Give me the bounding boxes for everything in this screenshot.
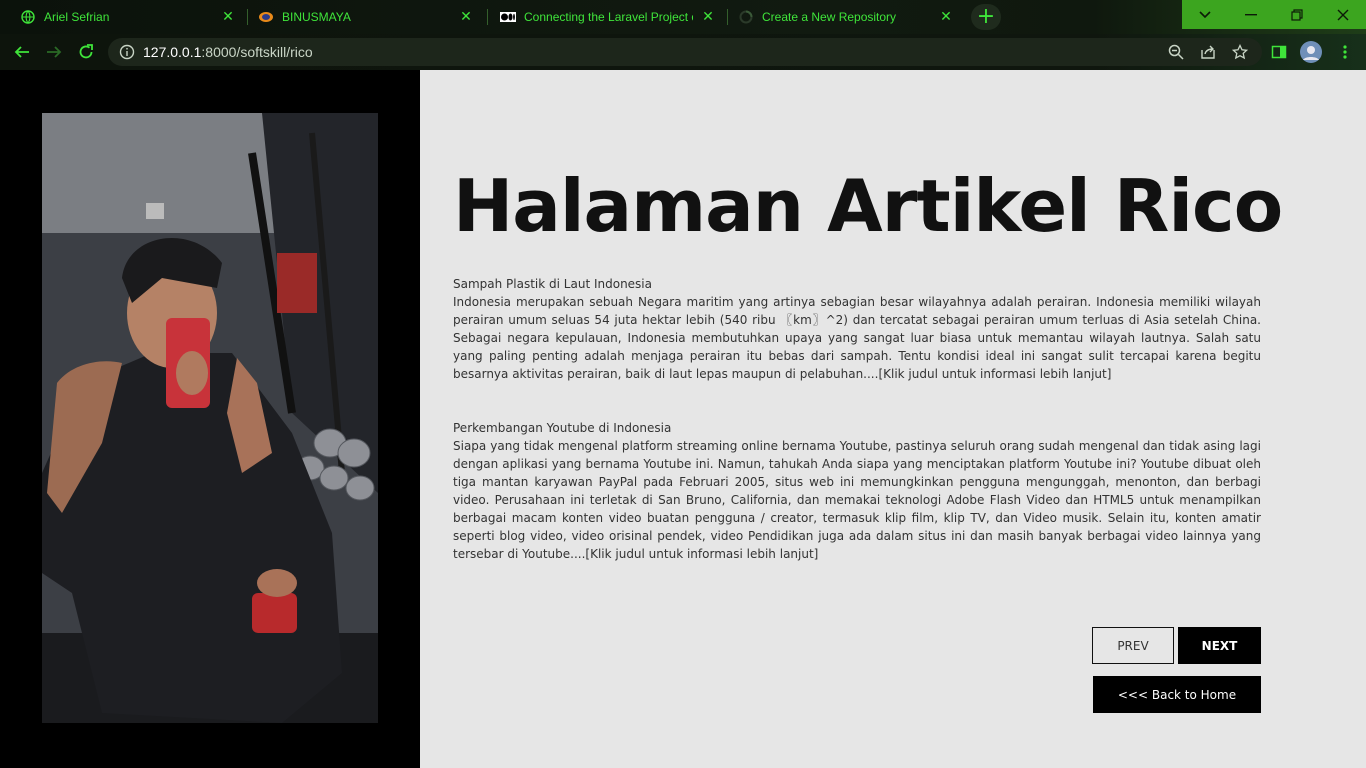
close-tab-icon[interactable]: ✕ — [459, 9, 473, 23]
minimize-button[interactable] — [1228, 0, 1274, 29]
zoom-out-icon[interactable] — [1168, 44, 1184, 60]
reload-button[interactable] — [74, 40, 98, 64]
back-to-home-button[interactable]: <<< Back to Home — [1093, 676, 1261, 713]
tab-create-repository[interactable]: Create a New Repository ✕ — [718, 0, 963, 34]
tab-title: Ariel Sefrian — [44, 10, 110, 24]
article-title-link[interactable]: Sampah Plastik di Laut Indonesia — [453, 275, 1261, 293]
close-tab-icon[interactable]: ✕ — [939, 9, 953, 23]
tab-title: BINUSMAYA — [282, 10, 351, 24]
article-panel: Halaman Artikel Rico Sampah Plastik di L… — [420, 70, 1366, 768]
page-title: Halaman Artikel Rico — [453, 164, 1283, 248]
article-title-link[interactable]: Perkembangan Youtube di Indonesia — [453, 419, 1261, 437]
chevron-down-icon — [1199, 10, 1211, 18]
tab-connecting-laravel[interactable]: Connecting the Laravel Project o ✕ — [480, 0, 725, 34]
article-item: Sampah Plastik di Laut Indonesia Indones… — [453, 275, 1261, 383]
reload-icon — [79, 44, 93, 59]
arrow-right-icon — [47, 46, 62, 58]
article-excerpt: Indonesia merupakan sebuah Negara mariti… — [453, 295, 1261, 381]
next-button[interactable]: NEXT — [1178, 627, 1261, 664]
restore-button[interactable] — [1274, 0, 1320, 29]
forward-button[interactable] — [42, 40, 66, 64]
share-icon[interactable] — [1200, 44, 1216, 60]
bookmark-star-icon[interactable] — [1232, 44, 1248, 60]
side-panel-button[interactable] — [1267, 40, 1291, 64]
back-button[interactable] — [10, 40, 34, 64]
site-info-icon[interactable] — [119, 44, 135, 60]
url-host: 127.0.0.1 — [143, 44, 202, 60]
avatar-icon — [1300, 41, 1322, 63]
tab-ariel-sefrian[interactable]: Ariel Sefrian ✕ — [0, 0, 245, 34]
arrow-left-icon — [14, 46, 29, 58]
article-excerpt: Siapa yang tidak mengenal platform strea… — [453, 439, 1261, 561]
browser-toolbar: 127.0.0.1:8000/softskill/rico — [0, 34, 1366, 70]
minimize-icon — [1245, 13, 1257, 15]
close-window-button[interactable] — [1320, 0, 1366, 29]
tab-strip: Ariel Sefrian ✕ BINUSMAYA ✕ Connecting t… — [0, 0, 1366, 34]
close-tab-icon[interactable]: ✕ — [221, 9, 235, 23]
address-bar[interactable]: 127.0.0.1:8000/softskill/rico — [108, 38, 1262, 66]
url-text: 127.0.0.1:8000/softskill/rico — [143, 44, 313, 60]
binus-logo-icon — [258, 9, 274, 25]
page-viewport: Halaman Artikel Rico Sampah Plastik di L… — [0, 70, 1366, 768]
globe-icon — [20, 9, 36, 25]
url-path: :8000/softskill/rico — [201, 44, 313, 60]
prev-button[interactable]: PREV — [1092, 627, 1174, 664]
restore-icon — [1291, 8, 1303, 21]
profile-avatar[interactable] — [1299, 40, 1323, 64]
side-panel-icon — [1271, 45, 1287, 59]
new-tab-button[interactable]: + — [971, 4, 1001, 30]
menu-button[interactable] — [1333, 40, 1357, 64]
tab-binusmaya[interactable]: BINUSMAYA ✕ — [238, 0, 483, 34]
medium-logo-icon — [500, 9, 516, 25]
close-icon — [1337, 9, 1349, 20]
tab-title: Create a New Repository — [762, 10, 897, 24]
photo-panel — [0, 70, 420, 768]
close-tab-icon[interactable]: ✕ — [701, 9, 715, 23]
tab-title: Connecting the Laravel Project o — [524, 10, 693, 24]
tab-search-button[interactable] — [1182, 0, 1228, 29]
article-item: Perkembangan Youtube di Indonesia Siapa … — [453, 419, 1261, 563]
profile-photo — [42, 113, 378, 723]
loading-icon — [738, 9, 754, 25]
kebab-menu-icon — [1343, 45, 1347, 59]
